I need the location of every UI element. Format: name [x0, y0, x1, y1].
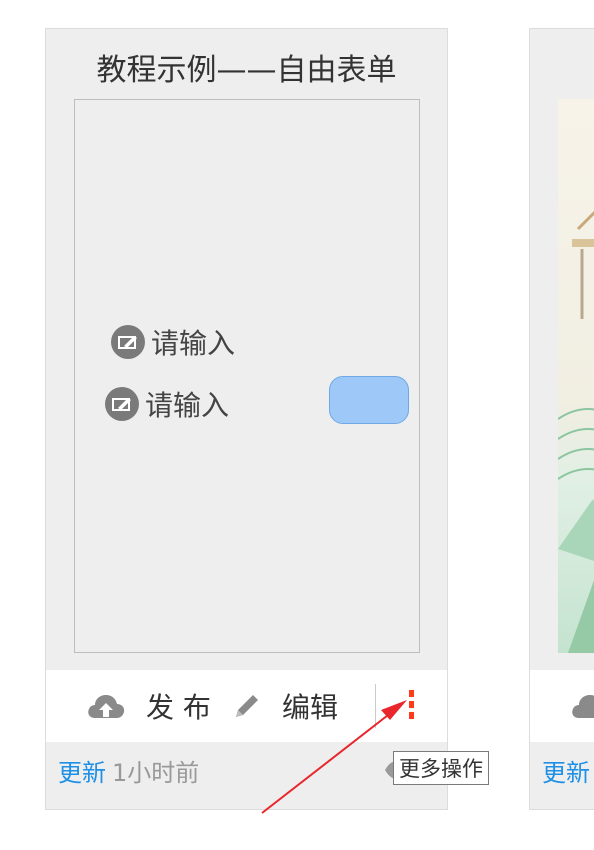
annotation-arrow — [261, 700, 407, 814]
more-actions-tooltip: 更多操作 — [393, 751, 489, 785]
